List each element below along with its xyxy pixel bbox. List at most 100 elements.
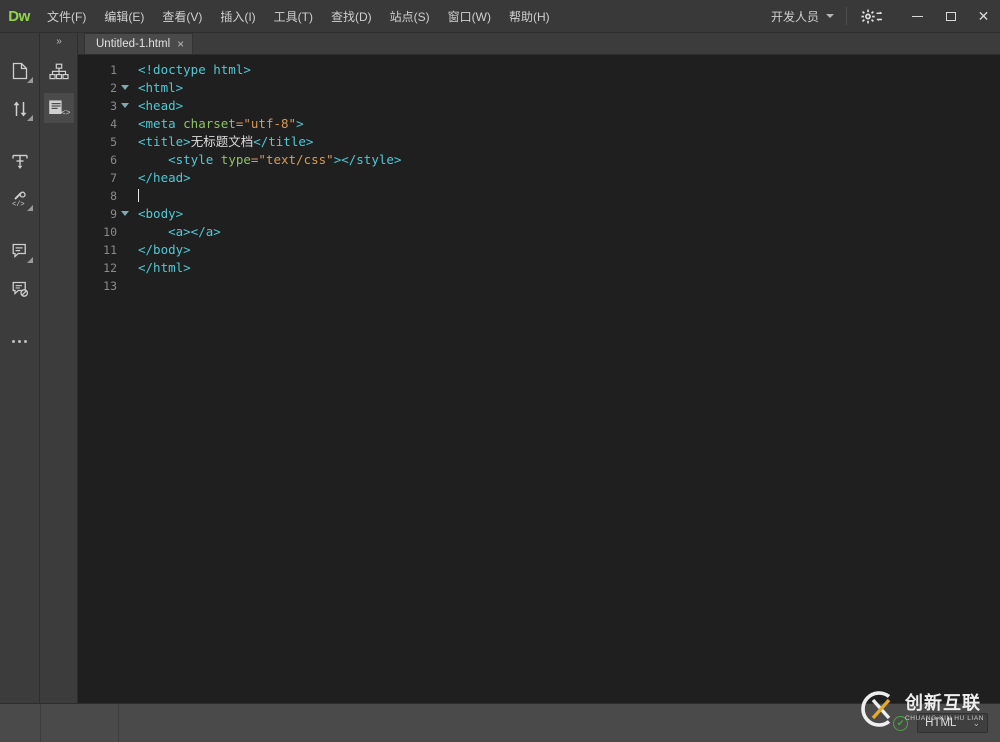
- title-bar: Dw 文件(F)编辑(E)查看(V)插入(I)工具(T)查找(D)站点(S)窗口…: [0, 0, 1000, 33]
- status-cell: [0, 704, 41, 742]
- status-bar-left: [0, 704, 119, 742]
- menu-item-edit[interactable]: 编辑(E): [95, 0, 153, 33]
- code-line[interactable]: <style type="text/css"></style>: [138, 151, 1000, 169]
- code-token-str: ="utf-8": [236, 116, 296, 131]
- expand-panels-button[interactable]: »: [56, 33, 62, 51]
- minimize-button[interactable]: [901, 4, 934, 29]
- dreamweaver-window: Dw 文件(F)编辑(E)查看(V)插入(I)工具(T)查找(D)站点(S)窗口…: [0, 0, 1000, 742]
- close-icon[interactable]: ×: [177, 38, 184, 50]
- dom-panel-button[interactable]: [44, 57, 74, 87]
- line-number: 5: [78, 133, 117, 151]
- code-line[interactable]: <html>: [138, 79, 1000, 97]
- menu-item-window[interactable]: 窗口(W): [439, 0, 500, 33]
- code-line[interactable]: [138, 187, 1000, 205]
- code-token-tag: <body>: [138, 206, 183, 221]
- fold-triangle-icon[interactable]: [121, 211, 129, 216]
- remove-comment-icon: [11, 280, 29, 298]
- close-button[interactable]: ✕: [967, 4, 1000, 29]
- chevron-down-icon: ⌄: [972, 718, 980, 729]
- apply-source-formatting-button[interactable]: [4, 145, 36, 177]
- window-controls: ✕: [901, 0, 1000, 33]
- code-line[interactable]: <title>无标题文档</title>: [138, 133, 1000, 151]
- code-line[interactable]: <a></a>: [138, 223, 1000, 241]
- line-number-gutter: 12345678910111213: [78, 61, 122, 295]
- remove-comment-button[interactable]: [4, 273, 36, 305]
- menu-item-file[interactable]: 文件(F): [38, 0, 95, 33]
- svg-text:</>: </>: [12, 201, 25, 208]
- line-number: 12: [78, 259, 117, 277]
- line-number: 8: [78, 187, 117, 205]
- code-token-str: ="text/css": [251, 152, 334, 167]
- code-token-tag: <html>: [138, 80, 183, 95]
- app-logo: Dw: [0, 0, 38, 33]
- line-number: 2: [78, 79, 117, 97]
- dropdown-triangle-icon: [27, 257, 33, 263]
- code-line[interactable]: <!doctype html>: [138, 61, 1000, 79]
- format-source-icon: [11, 152, 29, 170]
- menu-item-help[interactable]: 帮助(H): [500, 0, 559, 33]
- code-token-attr: type: [221, 152, 251, 167]
- apply-comment-button[interactable]: [4, 235, 36, 267]
- line-number: 10: [78, 223, 117, 241]
- code-token-tag: <style: [168, 152, 221, 167]
- minimize-icon: [912, 16, 923, 17]
- menu-item-site[interactable]: 站点(S): [381, 0, 439, 33]
- code-line[interactable]: </head>: [138, 169, 1000, 187]
- close-icon: ✕: [978, 9, 990, 23]
- status-bar-right: ✔ HTML ⌄: [893, 713, 1000, 733]
- code-line[interactable]: </html>: [138, 259, 1000, 277]
- code-line[interactable]: <meta charset="utf-8">: [138, 115, 1000, 133]
- code-line[interactable]: <head>: [138, 97, 1000, 115]
- code-token-tag: </body>: [138, 242, 191, 257]
- code-editor[interactable]: 12345678910111213 <!doctype html><html><…: [78, 55, 1000, 703]
- status-cell: [41, 704, 119, 742]
- assets-panel-button[interactable]: <>: [44, 93, 74, 123]
- highlight-invalid-code-button[interactable]: </>: [4, 183, 36, 215]
- line-number: 6: [78, 151, 117, 169]
- menu-item-insert[interactable]: 插入(I): [211, 0, 264, 33]
- menu-item-find[interactable]: 查找(D): [322, 0, 381, 33]
- code-token-tag: </title>: [253, 134, 313, 149]
- line-number: 13: [78, 277, 117, 295]
- divider: [846, 7, 847, 25]
- fold-triangle-icon[interactable]: [121, 85, 129, 90]
- more-options-button[interactable]: [4, 325, 36, 357]
- line-number: 4: [78, 115, 117, 133]
- site-map-icon: [49, 63, 69, 81]
- code-token-tag: <a></a>: [168, 224, 221, 239]
- maximize-icon: [946, 12, 956, 21]
- menu-item-view[interactable]: 查看(V): [153, 0, 211, 33]
- fold-triangle-icon[interactable]: [121, 103, 129, 108]
- document-tab[interactable]: Untitled-1.html ×: [84, 33, 193, 54]
- dropdown-triangle-icon: [27, 115, 33, 121]
- title-bar-right: 开发人员: [761, 0, 1000, 33]
- code-token-tag: >: [296, 116, 304, 131]
- code-content[interactable]: <!doctype html> <html> <head> <meta charset…: [122, 61, 1000, 295]
- workspace-label: 开发人员: [771, 8, 819, 25]
- code-token-attr: charset: [183, 116, 236, 131]
- check-circle-icon[interactable]: ✔: [893, 716, 908, 731]
- line-number: 7: [78, 169, 117, 187]
- workspace-switcher[interactable]: 开发人员: [761, 0, 844, 33]
- document-tab-bar: Untitled-1.html ×: [78, 33, 1000, 55]
- sync-settings-button[interactable]: [849, 0, 895, 33]
- dropdown-triangle-icon: [27, 205, 33, 211]
- panel-rail: » <>: [41, 33, 78, 713]
- file-management-button[interactable]: [4, 93, 36, 125]
- menu-item-tools[interactable]: 工具(T): [265, 0, 322, 33]
- code-token-punc: <!doctype html>: [138, 62, 251, 77]
- code-line[interactable]: [138, 277, 1000, 295]
- code-line[interactable]: <body>: [138, 205, 1000, 223]
- status-bar: ✔ HTML ⌄: [0, 703, 1000, 742]
- text-cursor: [138, 189, 139, 202]
- maximize-button[interactable]: [934, 4, 967, 29]
- code-token-tag: <meta: [138, 116, 183, 131]
- code-token-tag: </html>: [138, 260, 191, 275]
- open-documents-button[interactable]: [4, 55, 36, 87]
- document-icon: [12, 62, 28, 80]
- document-tab-label: Untitled-1.html: [96, 38, 170, 50]
- format-select[interactable]: HTML ⌄: [917, 713, 988, 733]
- code-token-tag: ></style>: [334, 152, 402, 167]
- code-token-tag: <head>: [138, 98, 183, 113]
- code-line[interactable]: </body>: [138, 241, 1000, 259]
